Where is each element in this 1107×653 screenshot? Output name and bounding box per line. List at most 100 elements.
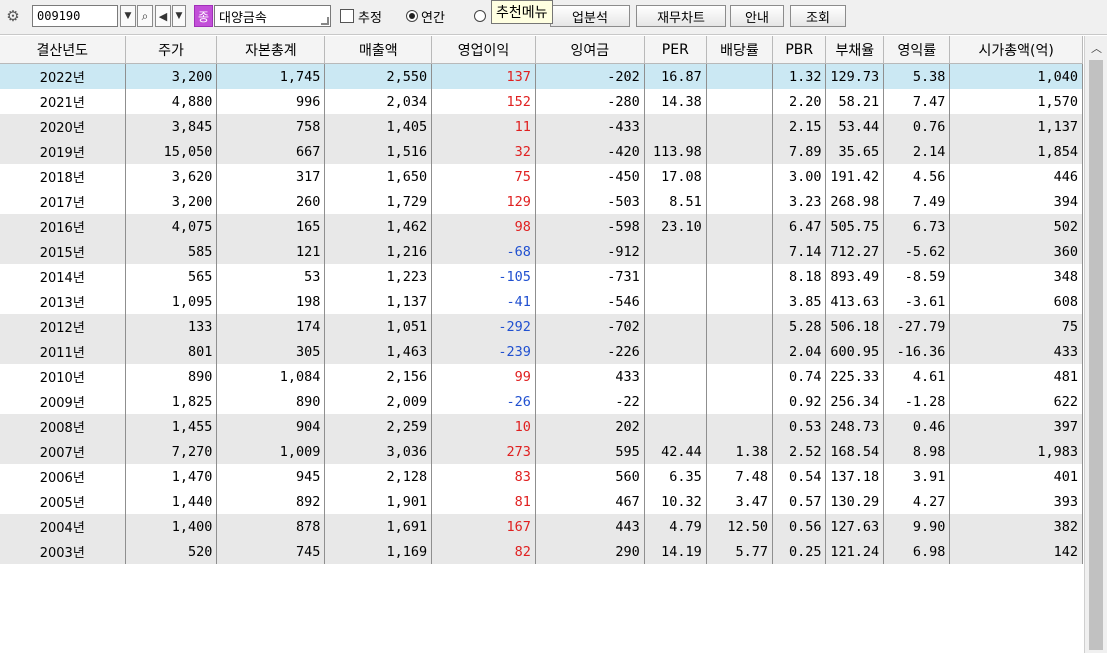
vertical-scrollbar[interactable]: ︿ xyxy=(1084,36,1107,653)
scrollbar-thumb[interactable] xyxy=(1089,60,1103,650)
cell-div: 7.48 xyxy=(706,464,774,489)
table-row[interactable]: 2016년 4,075 165 1,462 98 -598 23.10 6.47 505.75 6… xyxy=(0,214,1083,239)
cell-equity: 878 xyxy=(216,514,326,539)
table-row[interactable]: 2012년 133 174 1,051 -292 -702 5.28 506.18 -27.79… xyxy=(0,314,1083,339)
table-row[interactable]: 2013년 1,095 198 1,137 -41 -546 3.85 413.63 -3.61… xyxy=(0,289,1083,314)
company-name-field[interactable]: 대양금속 xyxy=(214,5,331,27)
table-row[interactable]: 2020년 3,845 758 1,405 11 -433 2.15 53.44 0.76 1,1… xyxy=(0,114,1083,139)
cell-price: 4,880 xyxy=(125,89,218,114)
cell-equity: 758 xyxy=(216,114,326,139)
header-per[interactable]: PER xyxy=(644,36,707,64)
stock-code-input[interactable]: 009190 xyxy=(32,5,118,27)
cell-price: 890 xyxy=(125,364,218,389)
table-row[interactable]: 2017년 3,200 260 1,729 129 -503 8.51 3.23 268.98 7… xyxy=(0,189,1083,214)
cell-equity: 945 xyxy=(216,464,326,489)
cell-div xyxy=(706,364,774,389)
table-row[interactable]: 2011년 801 305 1,463 -239 -226 2.04 600.95 -16.36… xyxy=(0,339,1083,364)
speaker-icon[interactable]: ◀ xyxy=(155,5,171,27)
search-button[interactable]: 조회 xyxy=(790,5,846,27)
cell-op: 75 xyxy=(431,164,536,189)
cell-debt: 129.73 xyxy=(825,63,885,89)
cell-mcap: 348 xyxy=(949,264,1083,289)
analysis-button[interactable]: 업분석 xyxy=(550,5,630,27)
cell-op: 137 xyxy=(431,63,536,89)
cell-per xyxy=(644,314,707,339)
cell-div xyxy=(706,264,774,289)
table-row[interactable]: 2021년 4,880 996 2,034 152 -280 14.38 2.20 58.21 7… xyxy=(0,89,1083,114)
table-row[interactable]: 2008년 1,455 904 2,259 10 202 0.53 248.73 0.46 397 xyxy=(0,414,1083,439)
cell-year: 2019년 xyxy=(0,139,126,164)
cell-pbr: 6.47 xyxy=(772,214,827,239)
chevron-down-icon[interactable]: ▼ xyxy=(172,5,186,27)
cell-sales: 1,223 xyxy=(324,264,433,289)
cell-pbr: 2.20 xyxy=(772,89,827,114)
cell-margin: 6.98 xyxy=(883,539,951,564)
cell-retained: -912 xyxy=(535,239,645,264)
cell-sales: 1,516 xyxy=(324,139,433,164)
cell-sales: 2,156 xyxy=(324,364,433,389)
header-retained[interactable]: 잉여금 xyxy=(535,36,645,64)
table-row[interactable]: 2019년 15,050 667 1,516 32 -420 113.98 7.89 35.65… xyxy=(0,139,1083,164)
table-row[interactable]: 2018년 3,620 317 1,650 75 -450 17.08 3.00 191.42 4… xyxy=(0,164,1083,189)
table-row[interactable]: 2006년 1,470 945 2,128 83 560 6.35 7.48 0.54 137.1… xyxy=(0,464,1083,489)
cell-mcap: 608 xyxy=(949,289,1083,314)
header-market-cap[interactable]: 시가총액(억) xyxy=(949,36,1083,64)
cell-pbr: 0.54 xyxy=(772,464,827,489)
cell-retained: -433 xyxy=(535,114,645,139)
header-operating-profit[interactable]: 영업이익 xyxy=(431,36,536,64)
table-row[interactable]: 2014년 565 53 1,223 -105 -731 8.18 893.49 -8.59 34… xyxy=(0,264,1083,289)
header-equity[interactable]: 자본총계 xyxy=(216,36,326,64)
cell-op: 99 xyxy=(431,364,536,389)
cell-per: 23.10 xyxy=(644,214,707,239)
cell-op: 10 xyxy=(431,414,536,439)
header-pbr[interactable]: PBR xyxy=(772,36,827,64)
search-icon[interactable]: ⌕ xyxy=(137,5,153,27)
cell-debt: 600.95 xyxy=(825,339,885,364)
cell-price: 3,200 xyxy=(125,189,218,214)
cell-equity: 305 xyxy=(216,339,326,364)
estimate-checkbox[interactable]: 추정 xyxy=(340,5,400,27)
chevron-up-icon[interactable]: ︿ xyxy=(1085,36,1107,59)
cell-mcap: 142 xyxy=(949,539,1083,564)
cell-div xyxy=(706,239,774,264)
cell-sales: 1,216 xyxy=(324,239,433,264)
cell-year: 2010년 xyxy=(0,364,126,389)
cell-op: 167 xyxy=(431,514,536,539)
table-row[interactable]: 2003년 520 745 1,169 82 290 14.19 5.77 0.25 121.24… xyxy=(0,539,1083,564)
table-row[interactable]: 2004년 1,400 878 1,691 167 443 4.79 12.50 0.56 127… xyxy=(0,514,1083,539)
cell-mcap: 397 xyxy=(949,414,1083,439)
cell-pbr: 0.57 xyxy=(772,489,827,514)
header-debt-ratio[interactable]: 부채율 xyxy=(825,36,885,64)
table-row[interactable]: 2007년 7,270 1,009 3,036 273 595 42.44 1.38 2.52 1… xyxy=(0,439,1083,464)
table-row[interactable]: 2005년 1,440 892 1,901 81 467 10.32 3.47 0.57 130.… xyxy=(0,489,1083,514)
guide-button[interactable]: 안내 xyxy=(730,5,784,27)
cell-sales: 1,137 xyxy=(324,289,433,314)
cell-retained: -503 xyxy=(535,189,645,214)
header-dividend[interactable]: 배당률 xyxy=(706,36,774,64)
cell-price: 1,400 xyxy=(125,514,218,539)
header-op-margin[interactable]: 영익률 xyxy=(883,36,951,64)
header-price[interactable]: 주가 xyxy=(125,36,218,64)
cell-per: 14.38 xyxy=(644,89,707,114)
radio-annual[interactable]: 연간 xyxy=(406,5,476,27)
gear-icon[interactable]: ⚙ xyxy=(4,5,22,27)
cell-op: -292 xyxy=(431,314,536,339)
cell-sales: 1,463 xyxy=(324,339,433,364)
chevron-down-icon[interactable]: ▼ xyxy=(120,5,136,27)
cell-year: 2016년 xyxy=(0,214,126,239)
header-sales[interactable]: 매출액 xyxy=(324,36,433,64)
cell-price: 1,440 xyxy=(125,489,218,514)
table-row[interactable]: 2009년 1,825 890 2,009 -26 -22 0.92 256.34 -1.28 6… xyxy=(0,389,1083,414)
cell-sales: 1,729 xyxy=(324,189,433,214)
header-year[interactable]: 결산년도 xyxy=(0,36,126,64)
financial-chart-button[interactable]: 재무차트 xyxy=(636,5,726,27)
table-row[interactable]: 2015년 585 121 1,216 -68 -912 7.14 712.27 -5.62 36… xyxy=(0,239,1083,264)
cell-per: 42.44 xyxy=(644,439,707,464)
cell-debt: 121.24 xyxy=(825,539,885,564)
cell-div xyxy=(706,389,774,414)
cell-sales: 2,128 xyxy=(324,464,433,489)
table-row[interactable]: 2010년 890 1,084 2,156 99 433 0.74 225.33 4.61 481 xyxy=(0,364,1083,389)
cell-retained: 595 xyxy=(535,439,645,464)
cell-retained: -420 xyxy=(535,139,645,164)
table-row[interactable]: 2022년 3,200 1,745 2,550 137 -202 16.87 1.32 129.… xyxy=(0,63,1083,89)
